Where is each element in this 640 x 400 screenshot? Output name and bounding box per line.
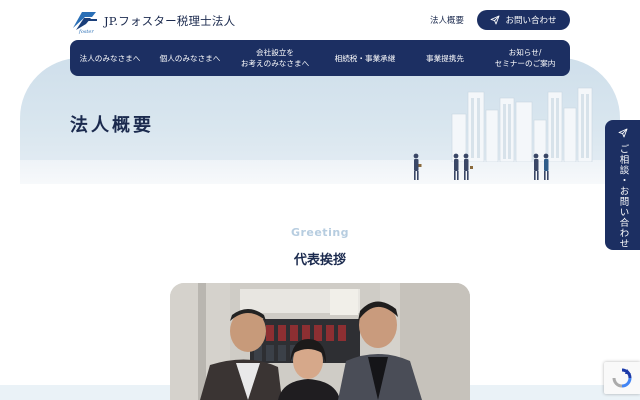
nav-item-corporate[interactable]: 法人のみなさまへ <box>70 53 150 64</box>
city-skyline-illustration <box>451 87 593 162</box>
nav-item-label: 相続税・事業承継 <box>334 53 396 63</box>
nav-item-label-line2: セミナーのご案内 <box>494 59 556 68</box>
side-contact-tab-label: ご相談・お問い合わせ <box>617 144 629 249</box>
nav-item-label: 法人のみなさまへ <box>79 53 141 63</box>
nav-item-inheritance[interactable]: 相続税・事業承継 <box>320 53 410 64</box>
logo-mark-icon: foster <box>70 8 100 35</box>
nav-item-label: 事業提携先 <box>426 53 464 63</box>
paper-plane-icon <box>491 15 500 25</box>
main-navigation: 法人のみなさまへ 個人のみなさまへ 会社設立を お考えのみなさまへ 相続税・事業… <box>70 40 570 76</box>
recaptcha-badge[interactable] <box>604 362 640 394</box>
contact-button[interactable]: お問い合わせ <box>477 10 570 30</box>
nav-item-individual[interactable]: 個人のみなさまへ <box>150 53 230 64</box>
company-overview-link[interactable]: 法人概要 <box>430 14 464 26</box>
nav-item-label: 個人のみなさまへ <box>159 53 221 63</box>
nav-item-label: 会社設立を <box>256 48 294 57</box>
nav-item-news-seminars[interactable]: お知らせ/ セミナーのご案内 <box>480 47 570 69</box>
logo-sub-text: foster <box>78 29 94 34</box>
nav-item-company-setup[interactable]: 会社設立を お考えのみなさまへ <box>230 47 320 69</box>
contact-button-label: お問い合わせ <box>505 16 557 26</box>
business-people-illustration <box>413 153 549 180</box>
representatives-photo <box>170 283 470 400</box>
section-subtitle: Greeting <box>290 226 350 239</box>
company-logo[interactable]: foster JP.フォスター税理士法人 <box>70 8 236 35</box>
section-title: 代表挨拶 <box>293 253 346 268</box>
nav-item-label: お知らせ/ <box>508 48 542 57</box>
paper-plane-icon <box>618 128 627 138</box>
logo-text: JP.フォスター税理士法人 <box>104 14 236 28</box>
nav-item-partners[interactable]: 事業提携先 <box>410 53 480 64</box>
recaptcha-icon <box>612 368 632 388</box>
page-title: 法人概要 <box>70 115 154 136</box>
side-contact-tab[interactable]: ご相談・お問い合わせ <box>605 120 640 250</box>
nav-item-label-line2: お考えのみなさまへ <box>240 59 310 68</box>
